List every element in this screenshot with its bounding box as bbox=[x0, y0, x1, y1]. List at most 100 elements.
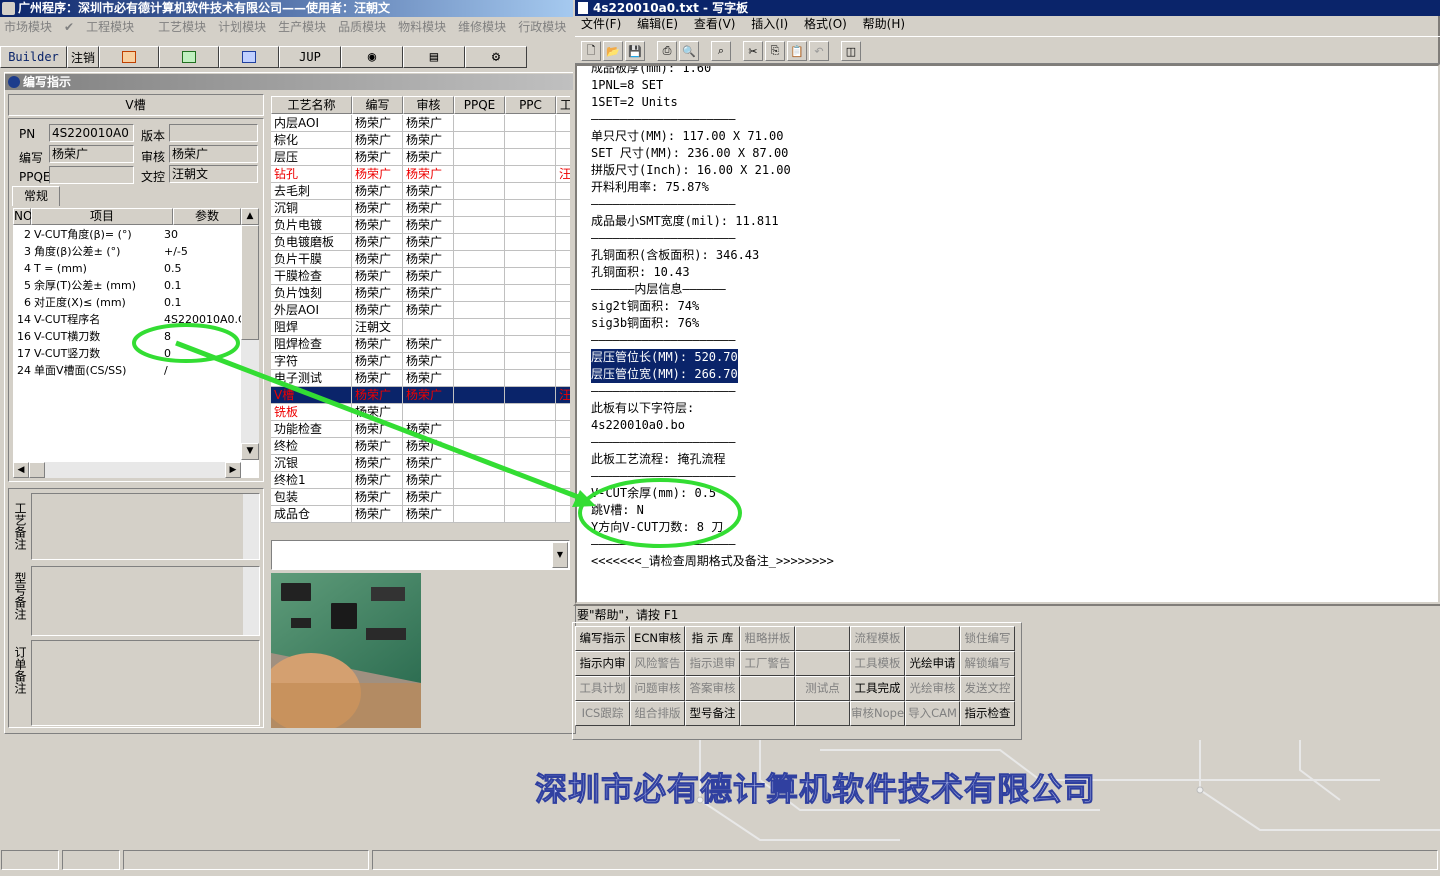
menu-help[interactable]: 帮助(H) bbox=[863, 17, 905, 31]
param-value[interactable]: 0.5 bbox=[164, 260, 241, 277]
process-row[interactable]: 终检1 杨荣广 杨荣广 bbox=[271, 472, 570, 489]
reviewer-field[interactable]: 杨荣广 bbox=[169, 145, 258, 163]
command-button[interactable]: 流程模板 bbox=[850, 626, 905, 651]
param-header-item[interactable]: 项目 bbox=[31, 208, 173, 225]
command-button[interactable] bbox=[740, 676, 795, 701]
command-button[interactable]: 锁住编写 bbox=[960, 626, 1015, 651]
param-header-no[interactable]: NO bbox=[13, 208, 32, 225]
command-button[interactable]: 测试点 bbox=[795, 676, 850, 701]
command-button[interactable]: 光绘审核 bbox=[905, 676, 960, 701]
command-button[interactable]: 粗略拼板 bbox=[740, 626, 795, 651]
module-production[interactable]: 生产模块 bbox=[278, 17, 326, 37]
command-button[interactable]: 导入CAM bbox=[905, 701, 960, 726]
command-button[interactable] bbox=[795, 701, 850, 726]
proc-header-reviewer[interactable]: 审核 bbox=[403, 96, 454, 114]
command-button[interactable]: 发送文控 bbox=[960, 676, 1015, 701]
command-button[interactable] bbox=[795, 651, 850, 676]
process-row[interactable]: 功能检查 杨荣广 杨荣广 bbox=[271, 421, 570, 438]
command-button[interactable]: 指示退审 bbox=[685, 651, 740, 676]
param-value[interactable]: 0.1 bbox=[164, 277, 241, 294]
command-button[interactable]: 组合排版 bbox=[630, 701, 685, 726]
command-button[interactable] bbox=[795, 626, 850, 651]
cut-icon[interactable]: ✂ bbox=[743, 41, 763, 61]
builder-button[interactable]: Builder bbox=[0, 46, 67, 68]
command-button[interactable]: 光绘申请 bbox=[905, 651, 960, 676]
module-process[interactable]: 工艺模块 bbox=[158, 17, 206, 37]
param-value[interactable]: +/-5 bbox=[164, 243, 241, 260]
copy-icon[interactable]: ⎘ bbox=[765, 41, 785, 61]
process-row[interactable]: 阻焊检查 杨荣广 杨荣广 bbox=[271, 336, 570, 353]
chevron-down-icon[interactable]: ▼ bbox=[552, 542, 568, 568]
writer-field[interactable]: 杨荣广 bbox=[49, 145, 134, 163]
paste-icon[interactable]: 📋 bbox=[787, 41, 807, 61]
param-value[interactable]: 0.1 bbox=[164, 294, 241, 311]
word-button[interactable] bbox=[219, 46, 279, 68]
proc-header-writer[interactable]: 编写 bbox=[352, 96, 403, 114]
excel-button[interactable] bbox=[159, 46, 219, 68]
command-button[interactable]: 风险警告 bbox=[630, 651, 685, 676]
menu-view[interactable]: 查看(V) bbox=[694, 17, 736, 31]
proc-header-extra[interactable]: 工 bbox=[556, 96, 570, 114]
module-quality[interactable]: 品质模块 bbox=[338, 17, 386, 37]
process-row[interactable]: 负电镀磨板 杨荣广 杨荣广 bbox=[271, 234, 570, 251]
param-row[interactable]: 4T = (mm) 0.5 bbox=[13, 260, 241, 277]
pn-field[interactable]: 4S220010A0 bbox=[49, 124, 134, 142]
process-row[interactable]: 沉铜 杨荣广 杨荣广 bbox=[271, 200, 570, 217]
process-row[interactable]: 钻孔 杨荣广 杨荣广汪 bbox=[271, 166, 570, 183]
doc-control-field[interactable]: 汪朝文 bbox=[169, 165, 258, 183]
model-remark-field[interactable] bbox=[31, 566, 260, 636]
process-row[interactable]: 干膜检查 杨荣广 杨荣广 bbox=[271, 268, 570, 285]
process-row[interactable]: 外层AOI 杨荣广 杨荣广 bbox=[271, 302, 570, 319]
command-button[interactable]: 指示检查 bbox=[960, 701, 1015, 726]
hscroll-thumb[interactable] bbox=[29, 462, 45, 478]
module-material[interactable]: 物料模块 bbox=[398, 17, 446, 37]
param-row[interactable]: 3 角度(β)公差± (°) +/-5 bbox=[13, 243, 241, 260]
module-market[interactable]: 市场模块 bbox=[4, 17, 52, 37]
print-icon[interactable]: ⎙ bbox=[657, 41, 677, 61]
scroll-left-arrow-icon[interactable]: ◀ bbox=[13, 462, 29, 478]
process-row[interactable]: 字符 杨荣广 杨荣广 bbox=[271, 353, 570, 370]
tab-general[interactable]: 常规 bbox=[12, 186, 60, 206]
param-value[interactable]: / bbox=[164, 362, 241, 379]
module-plan[interactable]: 计划模块 bbox=[218, 17, 266, 37]
process-row[interactable]: 沉银 杨荣广 杨荣广 bbox=[271, 455, 570, 472]
command-button[interactable]: 型号备注 bbox=[685, 701, 740, 726]
notepad-text-area[interactable]: 成品板厚(mm): 1.60 1PNL=8 SET 1SET=2 Units ————… bbox=[575, 64, 1440, 604]
param-row[interactable]: 16 V-CUT横刀数 8 bbox=[13, 328, 241, 345]
param-row[interactable]: 17 V-CUT竖刀数 0 bbox=[13, 345, 241, 362]
param-value[interactable]: 8 bbox=[164, 328, 241, 345]
process-row[interactable]: V槽 杨荣广 杨荣广汪 bbox=[271, 387, 570, 404]
menu-edit[interactable]: 编辑(E) bbox=[637, 17, 678, 31]
proc-header-name[interactable]: 工艺名称 bbox=[271, 96, 352, 114]
param-value[interactable]: 0 bbox=[164, 345, 241, 362]
find-icon[interactable]: ⌕ bbox=[711, 41, 731, 61]
logout-button[interactable]: 注销 bbox=[67, 46, 99, 68]
process-row[interactable]: 去毛刺 杨荣广 杨荣广 bbox=[271, 183, 570, 200]
version-field[interactable] bbox=[169, 124, 258, 142]
command-button[interactable]: 编写指示 bbox=[575, 626, 630, 651]
ppqe-field[interactable] bbox=[49, 166, 134, 184]
order-remark-field[interactable] bbox=[31, 640, 260, 726]
jup-button[interactable]: JUP bbox=[279, 46, 341, 68]
scroll-thumb[interactable] bbox=[241, 225, 259, 340]
process-row[interactable]: 阻焊 汪朝文 bbox=[271, 319, 570, 336]
command-button[interactable]: ECN审核 bbox=[630, 626, 685, 651]
command-button[interactable]: 指 示 库 bbox=[685, 626, 740, 651]
process-row[interactable]: 包装 杨荣广 杨荣广 bbox=[271, 489, 570, 506]
undo-icon[interactable]: ↶ bbox=[809, 41, 829, 61]
proc-header-ppqe[interactable]: PPQE bbox=[454, 96, 505, 114]
menu-insert[interactable]: 插入(I) bbox=[751, 17, 788, 31]
proc-header-ppc[interactable]: PPC bbox=[505, 96, 556, 114]
command-button[interactable]: 解锁编写 bbox=[960, 651, 1015, 676]
view-button[interactable]: ◉ bbox=[341, 46, 403, 68]
param-row[interactable]: 5 余厚(T)公差± (mm) 0.1 bbox=[13, 277, 241, 294]
command-button[interactable]: 审核Nope bbox=[850, 701, 905, 726]
process-row[interactable]: 电子测试 杨荣广 杨荣广 bbox=[271, 370, 570, 387]
process-row[interactable]: 层压 杨荣广 杨荣广 bbox=[271, 149, 570, 166]
module-admin[interactable]: 行政模块 bbox=[518, 17, 566, 37]
process-row[interactable]: 负片电镀 杨荣广 杨荣广 bbox=[271, 217, 570, 234]
scroll-up-arrow-icon[interactable]: ▲ bbox=[241, 208, 259, 225]
process-row[interactable]: 棕化 杨荣广 杨荣广 bbox=[271, 132, 570, 149]
date-time-icon[interactable]: ◫ bbox=[841, 41, 861, 61]
database-button[interactable]: ▤ bbox=[403, 46, 465, 68]
